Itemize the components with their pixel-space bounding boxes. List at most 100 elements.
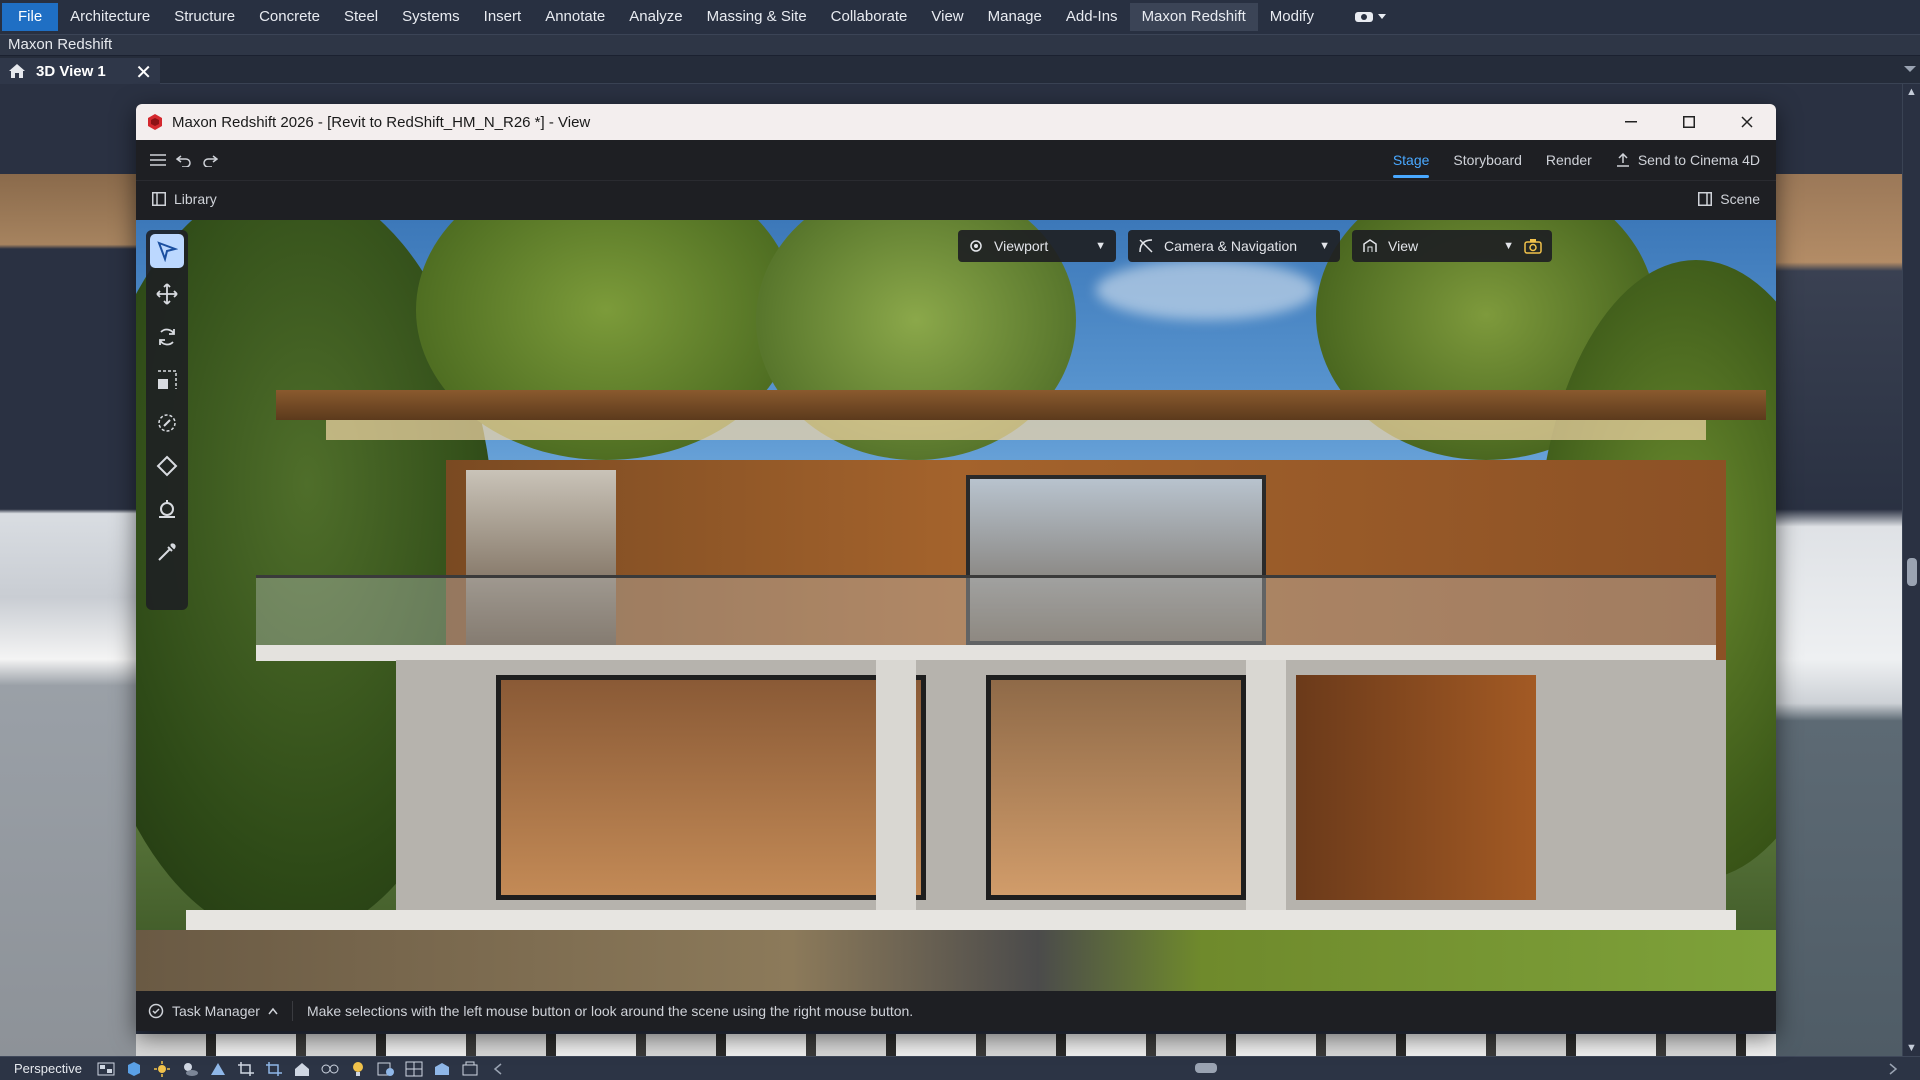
sun-path-icon[interactable] <box>152 1060 172 1078</box>
tab-architecture[interactable]: Architecture <box>58 3 162 31</box>
undo-icon[interactable] <box>176 153 192 167</box>
close-window-button[interactable] <box>1718 104 1776 140</box>
chevron-left-icon[interactable] <box>488 1060 508 1078</box>
redo-icon[interactable] <box>202 153 218 167</box>
tab-file[interactable]: File <box>2 3 59 31</box>
view-dropdown[interactable]: View ▼ <box>1352 230 1552 262</box>
tab-concrete[interactable]: Concrete <box>247 3 332 31</box>
light-drop-icon <box>159 500 175 518</box>
reveal-hidden-icon[interactable] <box>348 1060 368 1078</box>
home-icon <box>9 64 25 78</box>
scroll-down-icon[interactable]: ▼ <box>1906 1042 1917 1054</box>
viewport-dropdown-label: Viewport <box>994 238 1049 254</box>
view-type-label[interactable]: Perspective <box>0 1061 96 1076</box>
chevron-down-icon <box>1377 14 1386 19</box>
tab-render[interactable]: Render <box>1546 152 1592 168</box>
glass-balustrade <box>256 575 1716 645</box>
light-tool[interactable] <box>150 492 184 526</box>
scroll-up-icon[interactable]: ▲ <box>1906 86 1917 98</box>
vertical-scrollbar[interactable]: ▲ ▼ <box>1902 84 1920 1056</box>
tab-add-ins[interactable]: Add-Ins <box>1054 3 1130 31</box>
snapshot-camera-icon[interactable] <box>1524 238 1542 254</box>
hamburger-menu-icon[interactable] <box>150 154 166 166</box>
library-button[interactable]: Library <box>152 191 217 207</box>
minimize-icon <box>1625 121 1637 123</box>
redshift-render-viewport[interactable]: Viewport ▼ Camera & Navigation ▼ View ▼ <box>136 220 1776 991</box>
crop-view-icon[interactable] <box>236 1060 256 1078</box>
library-bar: Library Scene <box>136 180 1776 220</box>
transform-icon <box>158 414 176 432</box>
highlight-displacement-icon[interactable] <box>460 1060 480 1078</box>
temporary-hide-icon[interactable] <box>320 1060 340 1078</box>
tab-stage[interactable]: Stage <box>1392 152 1429 178</box>
tab-analyze[interactable]: Analyze <box>617 3 694 31</box>
chevron-down-icon: ▼ <box>1319 240 1330 252</box>
view-dropdown-label: View <box>1388 238 1419 254</box>
send-to-cinema4d-button[interactable]: Send to Cinema 4D <box>1616 152 1760 168</box>
maximize-button[interactable] <box>1660 104 1718 140</box>
tab-annotate[interactable]: Annotate <box>533 3 617 31</box>
cloud <box>1096 260 1316 320</box>
panel-left-icon <box>152 192 166 206</box>
tab-steel[interactable]: Steel <box>332 3 390 31</box>
camera-navigation-dropdown[interactable]: Camera & Navigation ▼ <box>1128 230 1340 262</box>
scroll-thumb[interactable] <box>1907 558 1917 586</box>
tab-maxon-redshift[interactable]: Maxon Redshift <box>1129 3 1258 31</box>
send-to-cinema4d-label: Send to Cinema 4D <box>1637 152 1760 168</box>
tool-strip <box>146 230 188 610</box>
scale-tool[interactable] <box>150 363 184 397</box>
redshift-titlebar[interactable]: Maxon Redshift 2026 - [Revit to RedShift… <box>136 104 1776 140</box>
move-icon <box>156 283 178 305</box>
redshift-window-title: Maxon Redshift 2026 - [Revit to RedShift… <box>172 113 591 131</box>
ground <box>136 930 1776 991</box>
shadows-icon[interactable] <box>180 1060 200 1078</box>
task-manager-button[interactable]: Task Manager <box>136 1001 293 1021</box>
tab-systems[interactable]: Systems <box>390 3 472 31</box>
balcony-slab <box>256 645 1716 661</box>
minimize-button[interactable] <box>1602 104 1660 140</box>
horizontal-scroll-thumb[interactable] <box>1195 1063 1217 1073</box>
visual-style-icon[interactable] <box>124 1060 144 1078</box>
rotate-icon <box>159 328 175 346</box>
ribbon-options-dropdown[interactable] <box>1354 10 1386 24</box>
scene-button[interactable]: Scene <box>1698 191 1760 207</box>
revit-model-right <box>1776 174 1902 1056</box>
temporary-properties-icon[interactable] <box>376 1060 396 1078</box>
close-view-tab-button[interactable]: ✕ <box>135 60 152 85</box>
scene-label: Scene <box>1720 191 1760 207</box>
tab-overflow-icon[interactable] <box>1904 64 1916 74</box>
unlocked-view-icon[interactable] <box>292 1060 312 1078</box>
tab-insert[interactable]: Insert <box>472 3 534 31</box>
tab-3d-view-1[interactable]: 3D View 1 ✕ <box>0 58 160 84</box>
worksharing-display-icon[interactable] <box>404 1060 424 1078</box>
tab-collaborate[interactable]: Collaborate <box>819 3 920 31</box>
render-dialog-icon[interactable] <box>208 1060 228 1078</box>
viewport-dropdown[interactable]: Viewport ▼ <box>958 230 1116 262</box>
tab-manage[interactable]: Manage <box>976 3 1054 31</box>
diamond-icon <box>156 455 178 477</box>
pointer-icon <box>157 241 178 262</box>
rotate-tool[interactable] <box>150 320 184 354</box>
detail-level-icon[interactable] <box>96 1060 116 1078</box>
move-tool[interactable] <box>150 277 184 311</box>
camera-toggle-icon <box>1354 12 1373 22</box>
tab-storyboard[interactable]: Storyboard <box>1453 152 1521 168</box>
ribbon-panel-title: Maxon Redshift <box>0 34 1920 56</box>
view-mode-icon <box>1363 239 1377 252</box>
tab-modify[interactable]: Modify <box>1258 3 1326 31</box>
analytical-model-icon[interactable] <box>432 1060 452 1078</box>
redshift-logo-icon <box>148 114 162 130</box>
select-tool[interactable] <box>150 234 184 268</box>
transform-tool[interactable] <box>150 406 184 440</box>
tab-massing-site[interactable]: Massing & Site <box>695 3 819 31</box>
tab-view[interactable]: View <box>919 3 975 31</box>
tab-structure[interactable]: Structure <box>162 3 247 31</box>
roof-slab <box>276 390 1766 420</box>
chevron-right-icon[interactable] <box>1888 1063 1898 1075</box>
show-crop-region-icon[interactable] <box>264 1060 284 1078</box>
material-tool[interactable] <box>150 449 184 483</box>
redshift-status-bar: Task Manager Make selections with the le… <box>136 991 1776 1031</box>
eyedropper-tool[interactable] <box>150 535 184 569</box>
redshift-window: Maxon Redshift 2026 - [Revit to RedShift… <box>136 104 1776 1031</box>
chevron-up-icon <box>268 1007 278 1015</box>
